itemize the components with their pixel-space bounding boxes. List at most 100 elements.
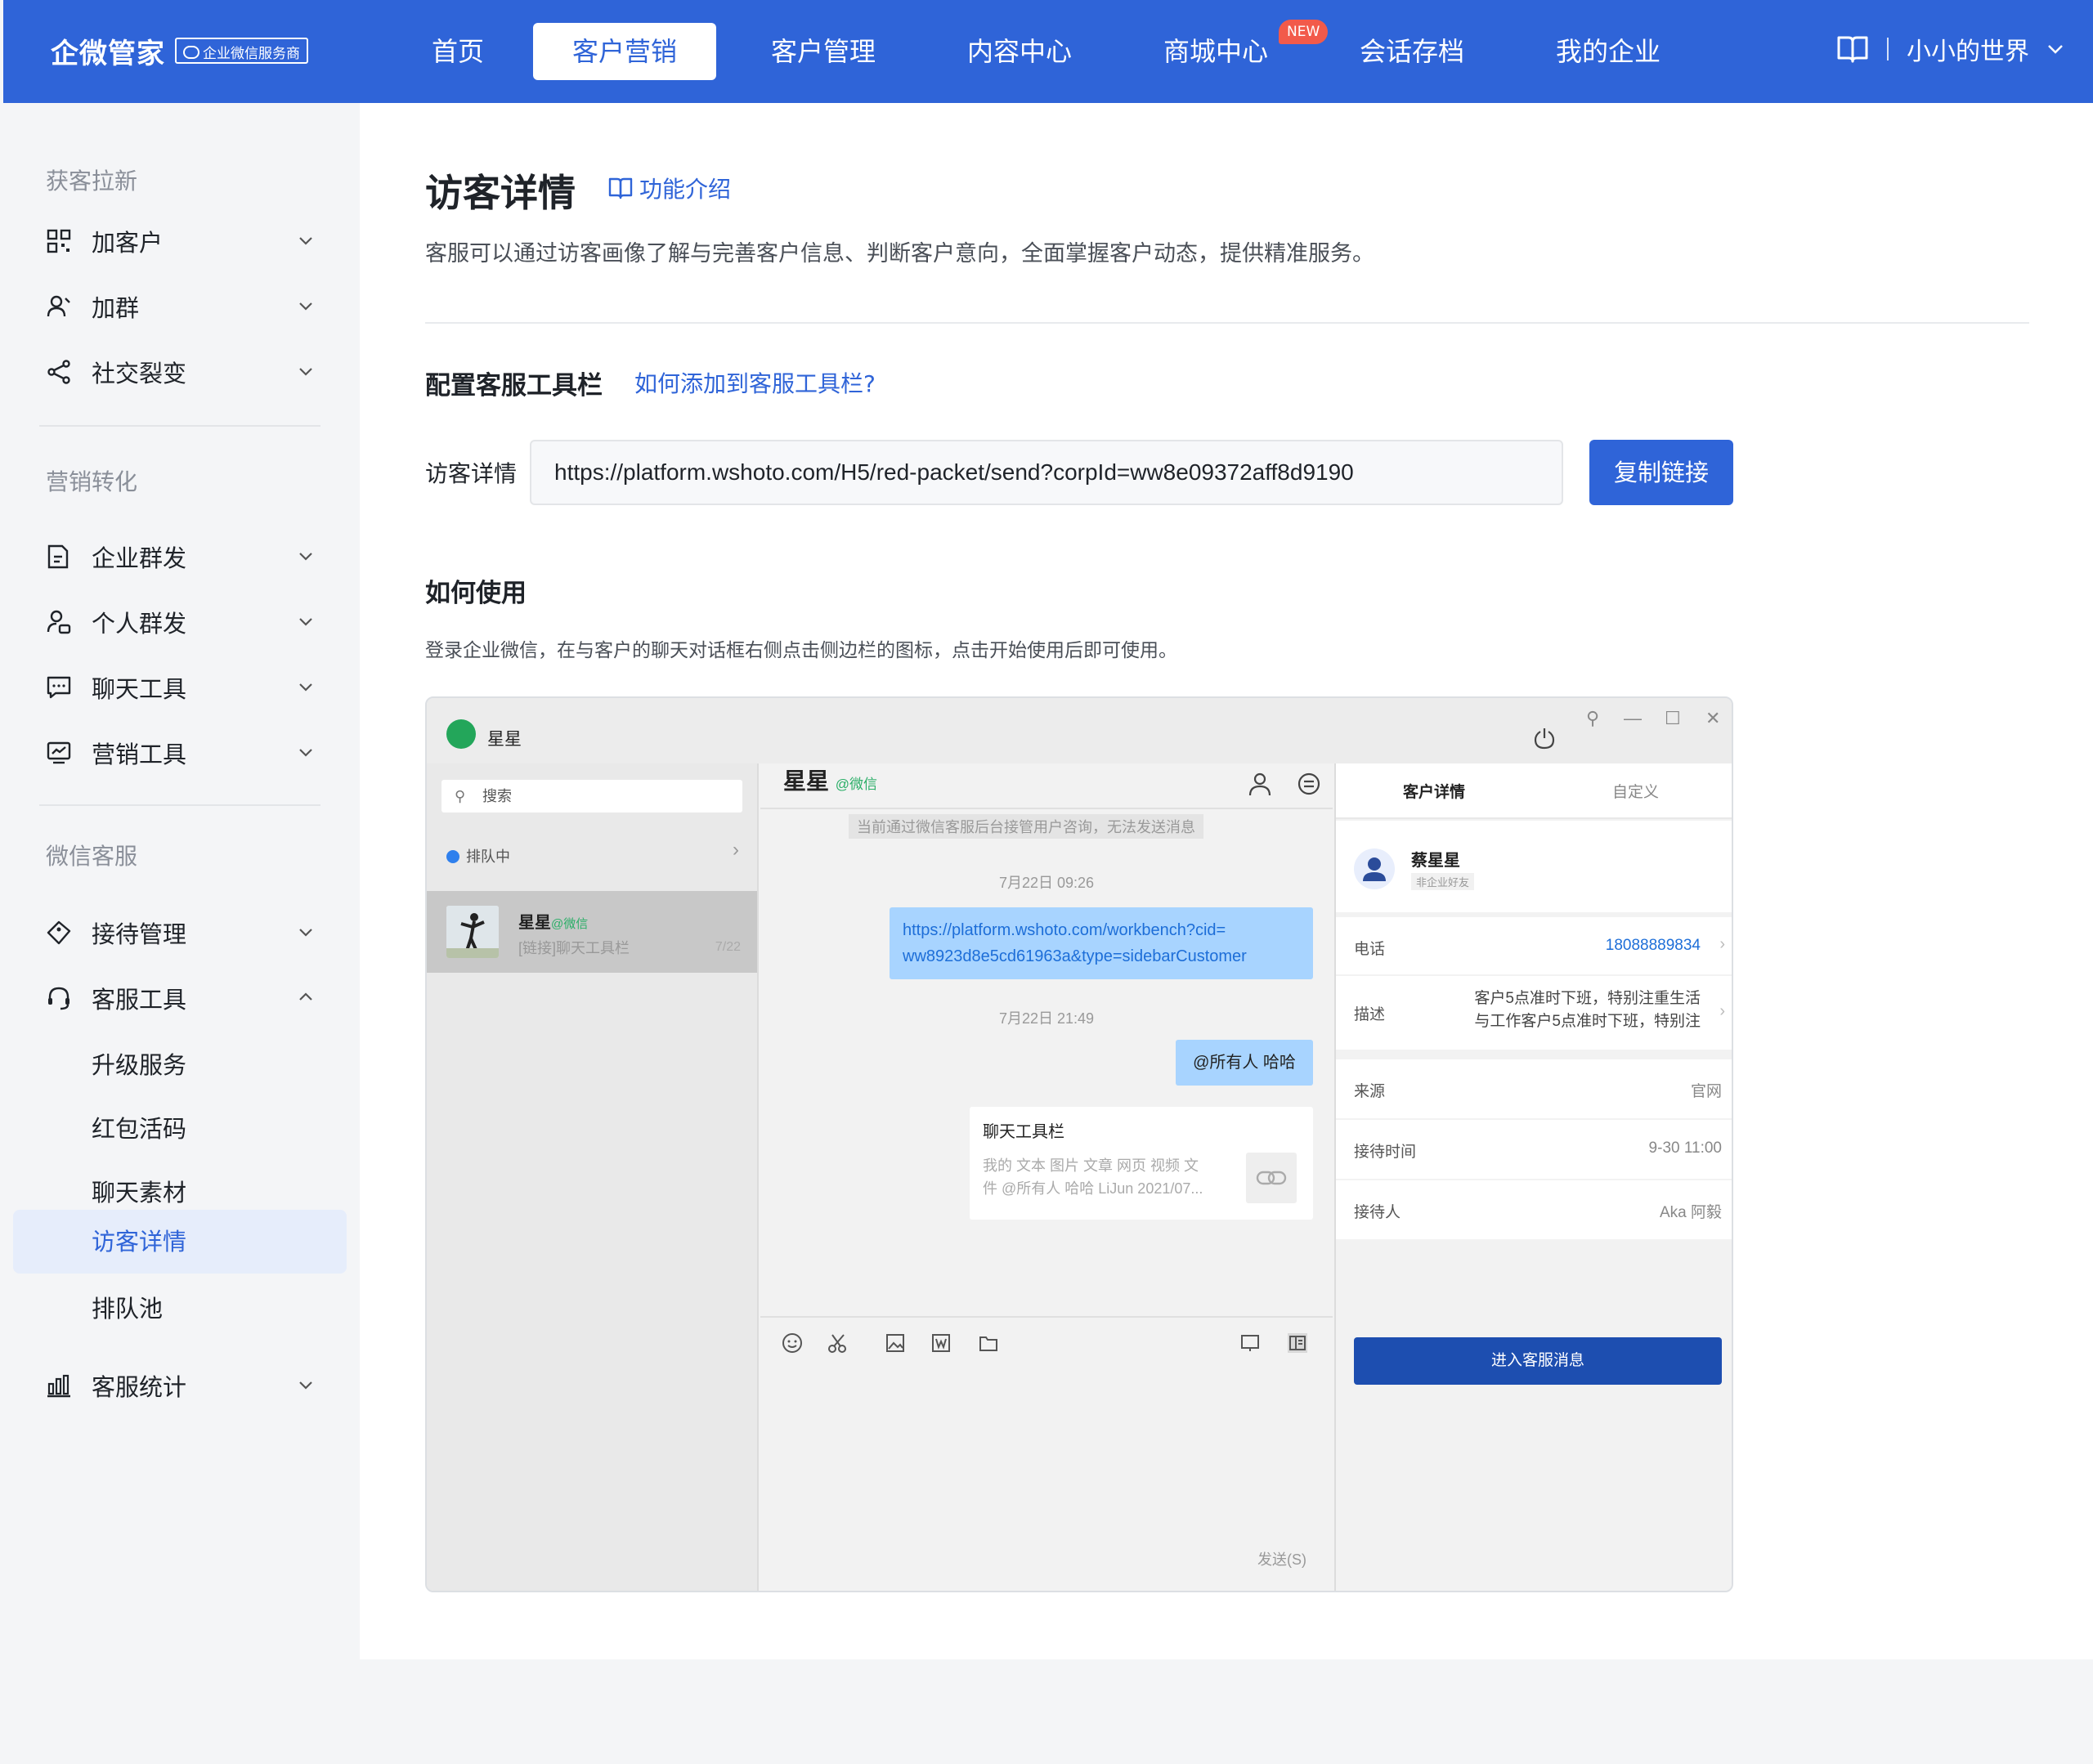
folder-icon (979, 1336, 997, 1351)
group-wechat-service: 微信客服 (46, 843, 138, 870)
grid-icon (47, 229, 71, 253)
row-label: 来源 (1354, 1083, 1386, 1100)
sidebar-item-service-tools[interactable]: 客服工具 (13, 966, 347, 1030)
tab-custom: 自定义 (1612, 784, 1660, 801)
nav-session-archive[interactable]: 会话存档 (1344, 23, 1480, 80)
chevron-right-icon: › (1719, 1002, 1725, 1020)
share-icon (47, 360, 70, 384)
nav-customer-management[interactable]: 客户管理 (755, 23, 891, 80)
queue-row: 排队中 (446, 845, 510, 866)
sidebar-item-label: 加群 (92, 294, 140, 322)
account-name[interactable]: 小小的世界 (1907, 31, 2029, 67)
usage-description: 登录企业微信，在与客户的聊天对话框右侧点击侧边栏的图标，点击开始使用后即可使用。 (425, 640, 1177, 661)
window-avatar (446, 719, 476, 749)
sidebar-item-personal-broadcast[interactable]: 个人群发 (13, 590, 347, 654)
sidebar-divider (39, 804, 320, 806)
sidebar-item-add-group[interactable]: 加群 (13, 275, 347, 338)
chat-bubble-icon (47, 676, 71, 699)
nav-customer-marketing[interactable]: 客户营销 (533, 23, 716, 80)
nav-home[interactable]: 首页 (409, 23, 507, 80)
sidebar-item-add-customer[interactable]: 加客户 (13, 209, 347, 273)
feature-intro-link[interactable]: 功能介绍 (608, 172, 731, 204)
sidebar-item-visitor-detail[interactable]: 访客详情 (13, 1210, 347, 1274)
conversation-date: 7/22 (715, 940, 741, 954)
sidebar-item-label: 营销工具 (92, 741, 187, 768)
emoji-icon (782, 1333, 802, 1353)
conversation-item: 星星@微信 [链接]聊天工具栏 7/22 (427, 891, 757, 973)
nav-content-center[interactable]: 内容中心 (952, 23, 1087, 80)
sidebar-item-marketing-tools[interactable]: 营销工具 (13, 721, 347, 785)
reception-time-value: 9-30 11:00 (1648, 1139, 1722, 1157)
chevron-down-icon (299, 237, 312, 245)
scissors-icon (828, 1334, 846, 1353)
pin-icon: ⚲ (1586, 708, 1600, 728)
sidebar-item-label: 社交裂变 (92, 360, 187, 387)
system-notice: 当前通过微信客服后台接管用户咨询，无法发送消息 (849, 814, 1203, 839)
top-navbar: 企微管家 企业微信服务商 首页 客户营销 客户管理 内容中心 商城中心 NEW … (3, 0, 2093, 103)
link-icon (1246, 1153, 1297, 1203)
queue-label: 排队中 (466, 848, 510, 865)
footer-area (360, 1659, 2093, 1764)
sidebar-item-label: 客服工具 (92, 986, 187, 1014)
sidebar-item-upgrade-service[interactable]: 升级服务 (13, 1033, 347, 1097)
sidebar-item-social-fission[interactable]: 社交裂变 (13, 340, 347, 404)
chevron-down-icon (299, 929, 312, 937)
chat-header: 星星 @微信 (760, 763, 1333, 809)
card-title: 聊天工具栏 (983, 1123, 1064, 1141)
message-text-bubble: @所有人 哈哈 (1176, 1040, 1313, 1086)
customer-tag: 非企业好友 (1411, 873, 1475, 890)
brand-logo[interactable]: 企微管家 (51, 31, 165, 71)
search-icon: ⚲ (455, 788, 466, 804)
chevron-up-icon (299, 992, 312, 1001)
chevron-down-icon[interactable] (2047, 43, 2064, 55)
nav-mall-center[interactable]: 商城中心 (1148, 23, 1284, 80)
document-send-icon (47, 544, 69, 569)
account-area: 小小的世界 (1836, 31, 2064, 67)
image-icon (886, 1334, 904, 1352)
phone-value: 18088889834 (1605, 937, 1701, 954)
sidebar-item-label: 企业群发 (92, 544, 187, 572)
book-icon[interactable] (1836, 34, 1869, 64)
nav-my-enterprise[interactable]: 我的企业 (1540, 23, 1676, 80)
minimize-icon: — (1624, 708, 1642, 728)
sidebar-item-reception-management[interactable]: 接待管理 (13, 901, 347, 965)
row-description: 描述 客户5点准时下班，特别注重生活 与工作客户5点准时下班，特别注 › (1336, 976, 1732, 1050)
link-line: ww8923d8e5cd61963a&type=sidebarCustomer (903, 947, 1247, 965)
close-icon: ✕ (1705, 708, 1721, 728)
message-card: 聊天工具栏 我的 文本 图片 文章 网页 视频 文 件 @所有人 哈哈 LiJu… (970, 1107, 1313, 1220)
clock-icon (446, 850, 459, 863)
sidebar-item-enterprise-broadcast[interactable]: 企业群发 (13, 525, 347, 589)
chevron-right-icon: › (1719, 935, 1725, 953)
service-provider-label: 企业微信服务商 (203, 46, 300, 62)
tag-icon (47, 920, 71, 945)
sidebar-item-chat-tools[interactable]: 聊天工具 (13, 656, 347, 719)
window-name: 星星 (487, 730, 522, 749)
copy-link-button[interactable]: 复制链接 (1589, 440, 1733, 505)
headset-icon (48, 987, 69, 1010)
url-input[interactable]: https://platform.wshoto.com/H5/red-packe… (530, 440, 1563, 505)
screen-icon (1241, 1335, 1259, 1351)
wecom-icon (183, 45, 199, 59)
customer-avatar (1354, 848, 1395, 889)
power-icon (1534, 728, 1555, 750)
chevron-down-icon (299, 368, 312, 376)
chevron-right-icon: › (733, 839, 739, 861)
sidebar-item-service-stats[interactable]: 客服统计 (13, 1354, 347, 1417)
row-phone: 电话 18088889834 › (1336, 917, 1732, 974)
sidebar-item-red-packet-code[interactable]: 红包活码 (13, 1097, 347, 1161)
row-label: 电话 (1354, 941, 1386, 958)
service-provider-badge: 企业微信服务商 (175, 38, 308, 64)
chat-title: 星星 @微信 (783, 768, 878, 794)
user-message-icon (47, 610, 71, 634)
source-value: 官网 (1690, 1083, 1722, 1100)
row-reception-time: 接待时间 9-30 11:00 (1336, 1120, 1732, 1179)
how-to-add-link[interactable]: 如何添加到客服工具栏? (634, 366, 876, 399)
chevron-down-icon (299, 553, 312, 561)
row-source: 来源 官网 (1336, 1059, 1732, 1118)
divider (1887, 38, 1889, 60)
customer-detail-panel: 客户详情 自定义 蔡星星 非企业好友 电话 18088889834 › 描述 客… (1334, 728, 1732, 1591)
sidebar-item-queue-pool[interactable]: 排队池 (13, 1277, 347, 1341)
sidebar: 获客拉新 加客户 加群 社交裂变 营销转化 企业群发 个人群发 聊天工具 营销工… (0, 103, 360, 1764)
chevron-down-icon (299, 683, 312, 692)
agent-value: Aka 阿毅 (1659, 1204, 1722, 1221)
